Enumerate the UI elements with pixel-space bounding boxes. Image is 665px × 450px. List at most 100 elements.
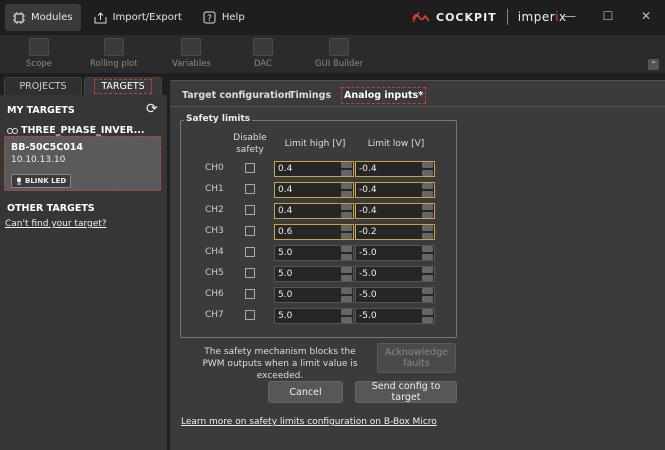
limit-low-spinbox[interactable]: -5.0 bbox=[355, 287, 435, 303]
project-row[interactable]: THREE_PHASE_INVER... bbox=[7, 125, 144, 136]
tab-projects[interactable]: PROJECTS bbox=[4, 77, 82, 95]
import-export-button[interactable]: Import/Export bbox=[86, 4, 190, 31]
help-icon: ? bbox=[203, 11, 216, 24]
channel-label: CH6 bbox=[205, 289, 224, 299]
spinner-arrows-icon[interactable] bbox=[422, 267, 433, 281]
spinner-arrows-icon[interactable] bbox=[341, 204, 352, 218]
help-label: Help bbox=[221, 12, 245, 23]
blink-led-button[interactable]: BLINK LED bbox=[11, 174, 72, 188]
disable-safety-checkbox[interactable] bbox=[245, 163, 255, 173]
channel-label: CH4 bbox=[205, 247, 224, 257]
limit-low-value: -5.0 bbox=[359, 269, 377, 279]
close-button[interactable]: ✕ bbox=[624, 0, 665, 31]
limit-high-spinbox[interactable]: 0.6 bbox=[274, 224, 354, 240]
spinner-arrows-icon[interactable] bbox=[341, 225, 352, 239]
cancel-button[interactable]: Cancel bbox=[268, 381, 343, 403]
channel-label: CH3 bbox=[205, 226, 224, 236]
app-logo: COCKPIT imperix bbox=[412, 9, 567, 25]
ribbon-dac[interactable]: DAC bbox=[253, 38, 273, 69]
limit-low-value: -0.4 bbox=[359, 206, 377, 216]
spinner-arrows-icon[interactable] bbox=[422, 225, 433, 239]
spinner-arrows-icon[interactable] bbox=[341, 246, 352, 260]
spinner-arrows-icon[interactable] bbox=[341, 183, 352, 197]
limit-high-spinbox[interactable]: 0.4 bbox=[274, 182, 354, 198]
limit-low-value: -5.0 bbox=[359, 311, 377, 321]
tab-timings[interactable]: Timings bbox=[289, 90, 331, 101]
limit-low-spinbox[interactable]: -5.0 bbox=[355, 245, 435, 261]
ribbon-rolling-plot[interactable]: Rolling plot bbox=[90, 38, 138, 69]
other-targets-heading: OTHER TARGETS bbox=[7, 203, 95, 214]
spinner-arrows-icon[interactable] bbox=[422, 183, 433, 197]
modules-button[interactable]: Modules bbox=[5, 4, 81, 31]
disable-safety-checkbox[interactable] bbox=[245, 247, 255, 257]
cockpit-logo-icon bbox=[412, 11, 430, 23]
cant-find-link[interactable]: Can't find your target? bbox=[5, 219, 107, 229]
disable-safety-checkbox[interactable] bbox=[245, 184, 255, 194]
targets-panel: MY TARGETS ⟳ THREE_PHASE_INVER... BB-50C… bbox=[0, 95, 167, 450]
spinner-arrows-icon[interactable] bbox=[422, 288, 433, 302]
spinner-arrows-icon[interactable] bbox=[341, 288, 352, 302]
limit-high-spinbox[interactable]: 5.0 bbox=[274, 266, 354, 282]
spinner-arrows-icon[interactable] bbox=[422, 246, 433, 260]
limit-high-value: 0.4 bbox=[278, 206, 293, 216]
learn-more-link[interactable]: Learn more on safety limits configuratio… bbox=[181, 417, 437, 427]
ribbon-scope[interactable]: Scope bbox=[26, 38, 52, 69]
limit-low-spinbox[interactable]: -0.4 bbox=[355, 203, 435, 219]
limit-low-spinbox[interactable]: -5.0 bbox=[355, 266, 435, 282]
safety-note: The safety mechanism blocks the PWM outp… bbox=[202, 347, 358, 381]
limit-high-spinbox[interactable]: 5.0 bbox=[274, 287, 354, 303]
limit-low-spinbox[interactable]: -0.2 bbox=[355, 224, 435, 240]
limit-high-value: 0.6 bbox=[278, 227, 293, 237]
limit-high-value: 5.0 bbox=[278, 269, 293, 279]
ribbon-gui-builder[interactable]: GUI Builder bbox=[315, 38, 363, 69]
limit-high-spinbox[interactable]: 0.4 bbox=[274, 203, 354, 219]
limit-high-value: 5.0 bbox=[278, 290, 293, 300]
target-card[interactable]: BB-50C5C014 10.10.13.10 BLINK LED bbox=[4, 136, 161, 191]
collapse-ribbon-button[interactable]: ⌃ bbox=[648, 59, 659, 70]
spinner-arrows-icon[interactable] bbox=[422, 309, 433, 323]
dac-icon bbox=[253, 38, 273, 56]
brand-cockpit: COCKPIT bbox=[436, 10, 497, 24]
disable-safety-checkbox[interactable] bbox=[245, 226, 255, 236]
limit-low-spinbox[interactable]: -0.4 bbox=[355, 161, 435, 177]
tab-analog-inputs[interactable]: Analog inputs* bbox=[341, 87, 427, 104]
send-config-button[interactable]: Send config to target bbox=[355, 381, 457, 403]
limit-high-spinbox[interactable]: 0.4 bbox=[274, 161, 354, 177]
help-button[interactable]: ? Help bbox=[195, 4, 253, 31]
tab-targets[interactable]: TARGETS bbox=[84, 77, 162, 95]
spinner-arrows-icon[interactable] bbox=[341, 267, 352, 281]
disable-safety-checkbox[interactable] bbox=[245, 289, 255, 299]
import-export-label: Import/Export bbox=[112, 12, 182, 23]
ribbon-variables[interactable]: Variables bbox=[172, 38, 211, 69]
disable-safety-checkbox[interactable] bbox=[245, 268, 255, 278]
spinner-arrows-icon[interactable] bbox=[422, 204, 433, 218]
disable-safety-checkbox[interactable] bbox=[245, 205, 255, 215]
rolling-plot-icon bbox=[103, 38, 124, 56]
spinner-arrows-icon[interactable] bbox=[341, 309, 352, 323]
target-name: BB-50C5C014 bbox=[11, 142, 84, 153]
refresh-icon[interactable]: ⟳ bbox=[146, 101, 158, 117]
project-name: THREE_PHASE_INVER... bbox=[21, 125, 145, 136]
limit-low-spinbox[interactable]: -5.0 bbox=[355, 308, 435, 324]
spinner-arrows-icon[interactable] bbox=[422, 162, 433, 176]
col-limit-high: Limit high [V] bbox=[284, 139, 346, 149]
limit-low-value: -0.4 bbox=[359, 164, 377, 174]
limit-high-spinbox[interactable]: 5.0 bbox=[274, 245, 354, 261]
limit-low-value: -0.2 bbox=[359, 227, 377, 237]
spinner-arrows-icon[interactable] bbox=[341, 162, 352, 176]
scope-icon bbox=[28, 38, 49, 56]
col-limit-low: Limit low [V] bbox=[367, 139, 425, 149]
modules-label: Modules bbox=[31, 12, 73, 23]
disable-safety-checkbox[interactable] bbox=[245, 310, 255, 320]
my-targets-heading: MY TARGETS bbox=[7, 105, 75, 116]
acknowledge-faults-button[interactable]: Acknowledge faults bbox=[377, 343, 456, 373]
safety-limits-legend: Safety limits bbox=[184, 114, 253, 124]
limit-low-spinbox[interactable]: -0.4 bbox=[355, 182, 435, 198]
limit-low-value: -5.0 bbox=[359, 248, 377, 258]
channel-label: CH7 bbox=[205, 310, 224, 320]
link-icon bbox=[7, 127, 18, 135]
chip-icon bbox=[13, 11, 25, 24]
tab-target-configuration[interactable]: Target configuration bbox=[182, 90, 291, 101]
limit-high-spinbox[interactable]: 5.0 bbox=[274, 308, 354, 324]
svg-text:?: ? bbox=[207, 14, 212, 24]
